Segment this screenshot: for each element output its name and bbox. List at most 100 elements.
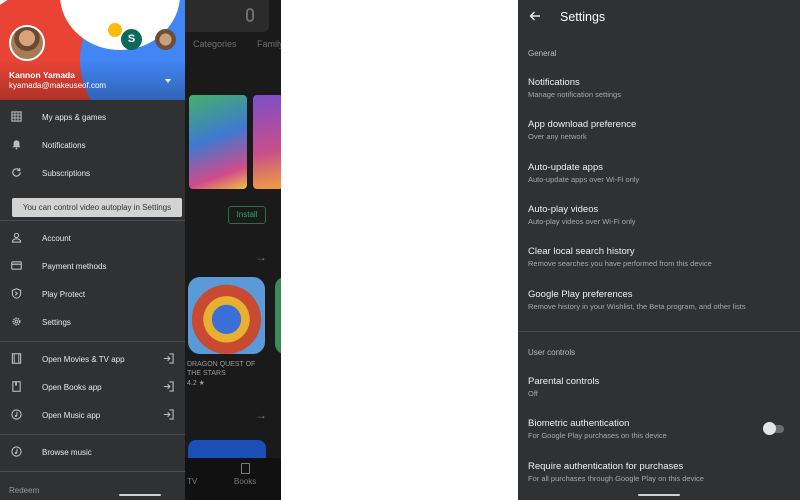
arrow-right-icon[interactable]: → bbox=[255, 408, 267, 422]
drawer-item-settings[interactable]: Settings bbox=[0, 310, 185, 336]
drawer-item-label: Payment methods bbox=[42, 262, 107, 271]
drawer-divider bbox=[0, 434, 185, 435]
drawer-item-label: Settings bbox=[42, 318, 71, 327]
drawer-item-open-books[interactable]: Open Books app bbox=[0, 375, 185, 401]
game-cover-art[interactable] bbox=[253, 95, 281, 189]
drawer-item-redeem[interactable]: Redeem bbox=[0, 478, 185, 500]
autoplay-toast: You can control video autoplay in Settin… bbox=[12, 198, 182, 217]
drawer-item-label: Open Books app bbox=[42, 383, 102, 392]
mic-icon[interactable] bbox=[246, 8, 254, 22]
drawer-item-label: My apps & games bbox=[42, 113, 107, 122]
setting-google-play-preferences[interactable]: Google Play preferences Remove history i… bbox=[518, 289, 800, 315]
drawer-item-label: Redeem bbox=[9, 486, 40, 495]
drawer-item-label: Account bbox=[42, 234, 71, 243]
game-cover-art[interactable] bbox=[189, 95, 247, 189]
setting-subtitle: Manage notification settings bbox=[528, 90, 621, 99]
setting-title: Auto-play videos bbox=[528, 204, 599, 215]
screenshot-stage: Categories Family Install → DRAGON QUEST… bbox=[0, 0, 800, 500]
navigation-drawer: S Kannon Yamada kyamada@makeuseof.com My… bbox=[0, 0, 185, 500]
drawer-item-play-protect[interactable]: Play Protect bbox=[0, 282, 185, 308]
drawer-item-label: Subscriptions bbox=[42, 169, 91, 178]
setting-biometric-authentication[interactable]: Biometric authentication For Google Play… bbox=[518, 418, 800, 444]
search-bar[interactable] bbox=[185, 0, 269, 32]
secondary-account-avatar[interactable]: S bbox=[121, 29, 142, 50]
setting-subtitle: For all purchases through Google Play on… bbox=[528, 474, 704, 483]
person-icon bbox=[11, 232, 22, 243]
drawer-header: S Kannon Yamada kyamada@makeuseof.com bbox=[0, 0, 185, 100]
home-indicator[interactable] bbox=[119, 494, 161, 496]
arrow-right-icon[interactable]: → bbox=[255, 250, 267, 264]
account-name: Kannon Yamada bbox=[9, 70, 75, 80]
nav-books-label[interactable]: Books bbox=[234, 477, 256, 486]
setting-subtitle: Auto-play videos over Wi-Fi only bbox=[528, 217, 636, 226]
drawer-item-open-music[interactable]: Open Music app bbox=[0, 403, 185, 429]
tab-categories[interactable]: Categories bbox=[193, 39, 237, 49]
drawer-item-open-movies[interactable]: Open Movies & TV app bbox=[0, 347, 185, 373]
setting-parental-controls[interactable]: Parental controls Off bbox=[518, 376, 800, 402]
music-icon bbox=[11, 446, 22, 457]
bottom-nav bbox=[185, 458, 281, 500]
setting-title: Clear local search history bbox=[528, 246, 635, 257]
game-title: DRAGON QUEST OF THE STARS bbox=[187, 361, 256, 377]
drawer-item-my-apps[interactable]: My apps & games bbox=[0, 105, 185, 131]
avatar[interactable] bbox=[9, 25, 45, 61]
grid-icon bbox=[11, 111, 22, 122]
drawer-item-browse-music[interactable]: Browse music bbox=[0, 440, 185, 466]
drawer-item-payment-methods[interactable]: Payment methods bbox=[0, 254, 185, 280]
card-icon bbox=[11, 261, 22, 270]
setting-title: Google Play preferences bbox=[528, 289, 633, 300]
secondary-account-avatar[interactable] bbox=[155, 29, 176, 50]
drawer-item-label: Play Protect bbox=[42, 290, 86, 299]
open-external-icon bbox=[163, 409, 174, 420]
setting-title: Biometric authentication bbox=[528, 418, 630, 429]
setting-subtitle: For Google Play purchases on this device bbox=[528, 431, 667, 440]
drawer-item-subscriptions[interactable]: Subscriptions bbox=[0, 161, 185, 187]
setting-title: Parental controls bbox=[528, 376, 600, 387]
install-button[interactable]: Install bbox=[228, 206, 266, 224]
header-art-yellow bbox=[108, 23, 122, 37]
drawer-item-label: Open Movies & TV app bbox=[42, 355, 125, 364]
setting-auto-update-apps[interactable]: Auto-update apps Auto-update apps over W… bbox=[518, 162, 800, 188]
game-icon[interactable] bbox=[188, 277, 265, 354]
promo-card[interactable] bbox=[188, 440, 266, 458]
refresh-icon bbox=[12, 168, 21, 177]
setting-subtitle: Remove history in your Wishlist, the Bet… bbox=[528, 302, 746, 311]
gear-icon bbox=[12, 317, 21, 326]
film-icon bbox=[11, 353, 22, 364]
chevron-down-icon[interactable] bbox=[165, 79, 171, 83]
account-email: kyamada@makeuseof.com bbox=[9, 81, 107, 90]
setting-app-download-preference[interactable]: App download preference Over any network bbox=[518, 119, 800, 145]
setting-title: Require authentication for purchases bbox=[528, 461, 684, 472]
home-indicator[interactable] bbox=[638, 494, 680, 496]
drawer-item-notifications[interactable]: Notifications bbox=[0, 133, 185, 159]
drawer-divider bbox=[0, 220, 185, 221]
bell-icon bbox=[12, 140, 21, 150]
drawer-item-label: Browse music bbox=[42, 448, 92, 457]
setting-subtitle: Off bbox=[528, 389, 538, 398]
drawer-item-account[interactable]: Account bbox=[0, 226, 185, 252]
setting-require-authentication[interactable]: Require authentication for purchases For… bbox=[518, 461, 800, 487]
open-external-icon bbox=[163, 381, 174, 392]
drawer-divider bbox=[0, 341, 185, 342]
book-icon[interactable] bbox=[241, 463, 250, 474]
biometric-toggle[interactable] bbox=[763, 422, 784, 435]
setting-title: App download preference bbox=[528, 119, 637, 130]
shield-icon bbox=[11, 288, 22, 299]
book-icon bbox=[12, 381, 21, 392]
drawer-item-label: Open Music app bbox=[42, 411, 101, 420]
back-arrow-icon[interactable] bbox=[528, 9, 542, 23]
section-header-general: General bbox=[528, 49, 557, 58]
tab-family[interactable]: Family bbox=[257, 39, 281, 49]
setting-clear-search-history[interactable]: Clear local search history Remove search… bbox=[518, 246, 800, 272]
drawer-divider bbox=[0, 471, 185, 472]
setting-auto-play-videos[interactable]: Auto-play videos Auto-play videos over W… bbox=[518, 204, 800, 230]
left-phone-screen: Categories Family Install → DRAGON QUEST… bbox=[0, 0, 281, 500]
game-icon[interactable] bbox=[275, 277, 281, 354]
setting-subtitle: Remove searches you have performed from … bbox=[528, 259, 712, 268]
right-phone-screen: Settings General Notifications Manage no… bbox=[518, 0, 800, 500]
game-rating: 4.2 ★ bbox=[187, 380, 205, 387]
nav-movies-label[interactable]: TV bbox=[187, 477, 197, 486]
setting-notifications[interactable]: Notifications Manage notification settin… bbox=[518, 77, 800, 103]
setting-subtitle: Over any network bbox=[528, 132, 587, 141]
setting-title: Auto-update apps bbox=[528, 162, 604, 173]
